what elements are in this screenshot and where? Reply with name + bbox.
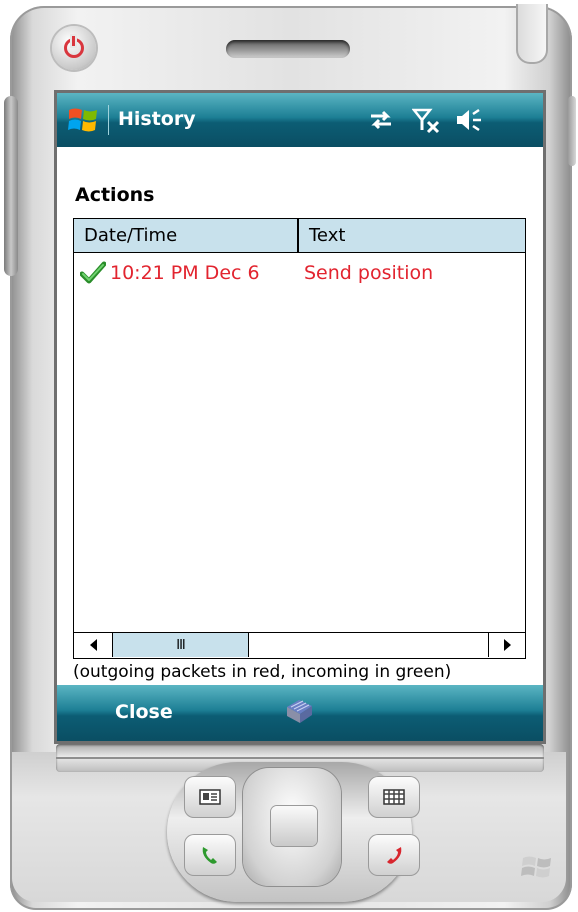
calendar-icon bbox=[383, 789, 405, 805]
softkey-bar: Close bbox=[57, 685, 543, 741]
list-header: Date/Time Text bbox=[74, 219, 525, 255]
stylus-slot bbox=[516, 4, 548, 64]
screen: History Actions Date/Time Text 10:21 PM … bbox=[57, 93, 543, 741]
horizontal-scrollbar[interactable]: III bbox=[74, 632, 525, 658]
window-title: History bbox=[118, 108, 196, 130]
start-menu-icon[interactable] bbox=[67, 104, 99, 136]
content-area: Actions Date/Time Text 10:21 PM Dec 6 Se… bbox=[57, 147, 543, 685]
arrow-left-icon bbox=[89, 639, 97, 651]
keyboard-icon[interactable] bbox=[284, 697, 314, 725]
end-call-key[interactable] bbox=[368, 834, 420, 876]
list-item[interactable]: 10:21 PM Dec 6 Send position bbox=[74, 258, 525, 288]
dpad-center-button[interactable] bbox=[271, 806, 317, 846]
sync-icon[interactable] bbox=[367, 106, 395, 134]
legend-note: (outgoing packets in red, incoming in gr… bbox=[73, 662, 452, 682]
scroll-right-button[interactable] bbox=[488, 633, 525, 657]
side-button-right[interactable] bbox=[568, 96, 576, 166]
side-button[interactable] bbox=[4, 96, 18, 276]
title-bar: History bbox=[57, 93, 543, 147]
contacts-icon bbox=[199, 789, 221, 805]
column-header-text[interactable]: Text bbox=[299, 219, 525, 253]
call-key[interactable] bbox=[184, 834, 236, 876]
power-icon bbox=[64, 36, 84, 58]
arrow-right-icon bbox=[503, 639, 511, 651]
close-softkey[interactable]: Close bbox=[115, 701, 173, 723]
speaker-grille bbox=[226, 40, 350, 58]
call-red-icon bbox=[387, 847, 402, 864]
windows-logo-icon bbox=[521, 856, 551, 878]
contacts-key[interactable] bbox=[184, 776, 236, 818]
title-separator bbox=[108, 105, 109, 135]
section-heading: Actions bbox=[75, 184, 155, 206]
row-datetime: 10:21 PM Dec 6 bbox=[110, 262, 260, 284]
column-header-datetime[interactable]: Date/Time bbox=[74, 219, 299, 253]
speaker-icon[interactable] bbox=[455, 106, 483, 134]
history-list[interactable]: Date/Time Text 10:21 PM Dec 6 Send posit… bbox=[73, 218, 526, 659]
scroll-left-button[interactable] bbox=[74, 633, 113, 657]
no-signal-icon[interactable] bbox=[412, 106, 440, 134]
hardware-bar-divider bbox=[56, 757, 544, 759]
scroll-thumb[interactable]: III bbox=[113, 633, 249, 657]
check-icon bbox=[80, 261, 106, 284]
call-green-icon bbox=[202, 847, 217, 864]
power-button[interactable] bbox=[52, 26, 96, 70]
row-text: Send position bbox=[304, 262, 434, 284]
calendar-key[interactable] bbox=[368, 776, 420, 818]
